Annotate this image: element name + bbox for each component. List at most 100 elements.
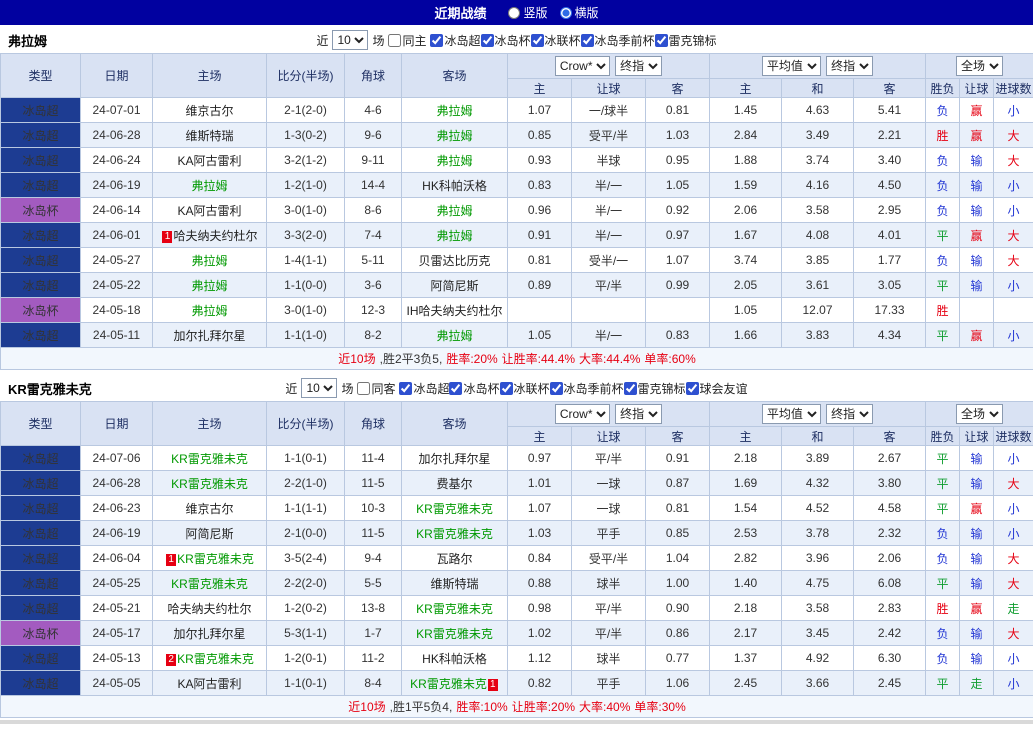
avg-home: 2.45 — [709, 670, 782, 696]
same-venue-checkbox[interactable] — [388, 33, 402, 47]
league-checkbox[interactable] — [580, 33, 594, 47]
layout-horizontal-option[interactable]: 横版 — [559, 4, 599, 21]
odds-away: 0.91 — [645, 445, 710, 471]
odds-home: 0.83 — [507, 172, 572, 198]
league-checkbox[interactable] — [399, 381, 413, 395]
subcol-avg-draw: 和 — [781, 78, 854, 98]
home-team-name: KR雷克雅未克 — [171, 476, 248, 491]
league-filter[interactable]: 雷克锦标 — [623, 380, 686, 397]
league-checkbox[interactable] — [685, 381, 699, 395]
league-checkbox[interactable] — [499, 381, 513, 395]
odds-handicap: 受平/半 — [571, 122, 646, 148]
avg-away: 4.50 — [852, 172, 927, 198]
scope-select[interactable]: 全场 — [956, 56, 1004, 76]
avg-stage-select[interactable]: 终指 — [826, 404, 874, 424]
corner-count: 3-6 — [344, 272, 402, 298]
avg-select[interactable]: 平均值 — [761, 404, 821, 424]
odds-stage-select[interactable]: 终指 — [615, 56, 663, 76]
avg-home: 1.45 — [709, 97, 782, 123]
league-checkbox[interactable] — [549, 381, 563, 395]
near-label: 近 — [316, 33, 329, 48]
corner-count: 11-4 — [344, 445, 402, 471]
avg-away: 3.80 — [852, 470, 927, 496]
score: 2-2(1-0) — [266, 470, 345, 496]
league-filter[interactable]: 冰岛杯 — [449, 380, 500, 397]
league-label: 雷克锦标 — [668, 33, 717, 48]
vertical-radio[interactable] — [508, 6, 521, 19]
league-filter[interactable]: 冰岛超 — [399, 380, 449, 397]
layout-vertical-option[interactable]: 竖版 — [508, 4, 548, 21]
scope-select[interactable]: 全场 — [956, 404, 1004, 424]
league-checkbox[interactable] — [530, 33, 544, 47]
away-team: 贝雷达比历克 — [401, 247, 508, 273]
league-type: 冰岛超 — [0, 570, 81, 596]
league-filter[interactable]: 冰联杯 — [530, 32, 581, 49]
score: 3-3(2-0) — [266, 222, 345, 248]
result-goals: 大 — [993, 470, 1033, 496]
home-team: 维斯特瑞 — [152, 122, 267, 148]
league-filter[interactable]: 冰岛季前杯 — [580, 32, 655, 49]
league-filter[interactable]: 冰岛季前杯 — [549, 380, 624, 397]
result-handicap: 输 — [959, 570, 995, 596]
col-header-corner: 角球 — [344, 401, 402, 446]
league-checkbox[interactable] — [480, 33, 494, 47]
odds-home: 1.07 — [507, 495, 572, 521]
score: 3-5(2-4) — [266, 545, 345, 571]
same-venue-filter[interactable]: 同客 — [357, 380, 395, 397]
avg-stage-select[interactable]: 终指 — [826, 56, 874, 76]
match-row: 冰岛超 24-05-27 弗拉姆 1-4(1-1) 5-11 贝雷达比历克 0.81 受半/一… — [0, 247, 1033, 273]
avg-draw: 12.07 — [781, 297, 854, 323]
horizontal-radio[interactable] — [559, 6, 572, 19]
avg-home: 2.53 — [709, 520, 782, 546]
corner-count: 12-3 — [344, 297, 402, 323]
bottom-strip — [0, 720, 1033, 724]
away-team-name: HK科帕沃格 — [422, 651, 487, 666]
league-filter[interactable]: 球会友谊 — [685, 380, 748, 397]
corner-count: 8-6 — [344, 197, 402, 223]
league-checkbox[interactable] — [623, 381, 637, 395]
score: 1-1(1-1) — [266, 495, 345, 521]
match-date: 24-07-01 — [80, 97, 153, 123]
result-winlose: 负 — [925, 172, 961, 198]
league-checkbox[interactable] — [654, 33, 668, 47]
league-checkbox[interactable] — [430, 33, 444, 47]
avg-draw: 3.96 — [781, 545, 854, 571]
league-filter[interactable]: 雷克锦标 — [654, 32, 717, 49]
avg-draw: 3.49 — [781, 122, 854, 148]
match-count-select[interactable]: 10 — [332, 30, 369, 50]
result-goals: 小 — [993, 322, 1033, 348]
league-checkbox[interactable] — [449, 381, 463, 395]
league-filter[interactable]: 冰联杯 — [499, 380, 550, 397]
avg-away: 2.45 — [852, 670, 927, 696]
home-team-name: KR雷克雅未克 — [171, 576, 248, 591]
league-filter[interactable]: 冰岛超 — [430, 32, 481, 49]
league-filter[interactable]: 冰岛杯 — [480, 32, 531, 49]
result-handicap: 输 — [959, 197, 995, 223]
result-goals: 走 — [993, 595, 1033, 621]
odds-stage-select[interactable]: 终指 — [615, 404, 663, 424]
filter-bar: 弗拉姆 近 10 场 同主 冰岛超 冰岛杯 冰联杯 冰岛季前杯 雷克锦标 — [0, 27, 1033, 53]
score: 1-2(0-1) — [266, 645, 345, 671]
odds-away: 1.07 — [645, 247, 710, 273]
summary-segment: 大率:44.4% — [579, 352, 641, 366]
league-type: 冰岛超 — [0, 645, 81, 671]
away-team: 弗拉姆 — [401, 147, 508, 173]
avg-select[interactable]: 平均值 — [761, 56, 821, 76]
odds-company-select[interactable]: Crow* — [554, 56, 610, 76]
same-venue-filter[interactable]: 同主 — [388, 32, 426, 49]
col-header-date: 日期 — [80, 53, 153, 98]
away-team-name: IH哈夫纳夫约杜尔 — [406, 303, 503, 318]
avg-away: 1.77 — [852, 247, 927, 273]
away-team: HK科帕沃格 — [401, 172, 508, 198]
same-venue-checkbox[interactable] — [357, 381, 371, 395]
avg-home: 1.88 — [709, 147, 782, 173]
home-team: 1 KR雷克雅未克 — [152, 545, 267, 571]
avg-home: 1.66 — [709, 322, 782, 348]
result-winlose: 胜 — [925, 122, 961, 148]
league-type: 冰岛超 — [0, 322, 81, 348]
away-team-name: KR雷克雅未克 — [416, 526, 493, 541]
score: 1-3(0-2) — [266, 122, 345, 148]
match-count-select[interactable]: 10 — [301, 378, 338, 398]
odds-handicap: 半/一 — [571, 197, 646, 223]
odds-company-select[interactable]: Crow* — [554, 404, 610, 424]
